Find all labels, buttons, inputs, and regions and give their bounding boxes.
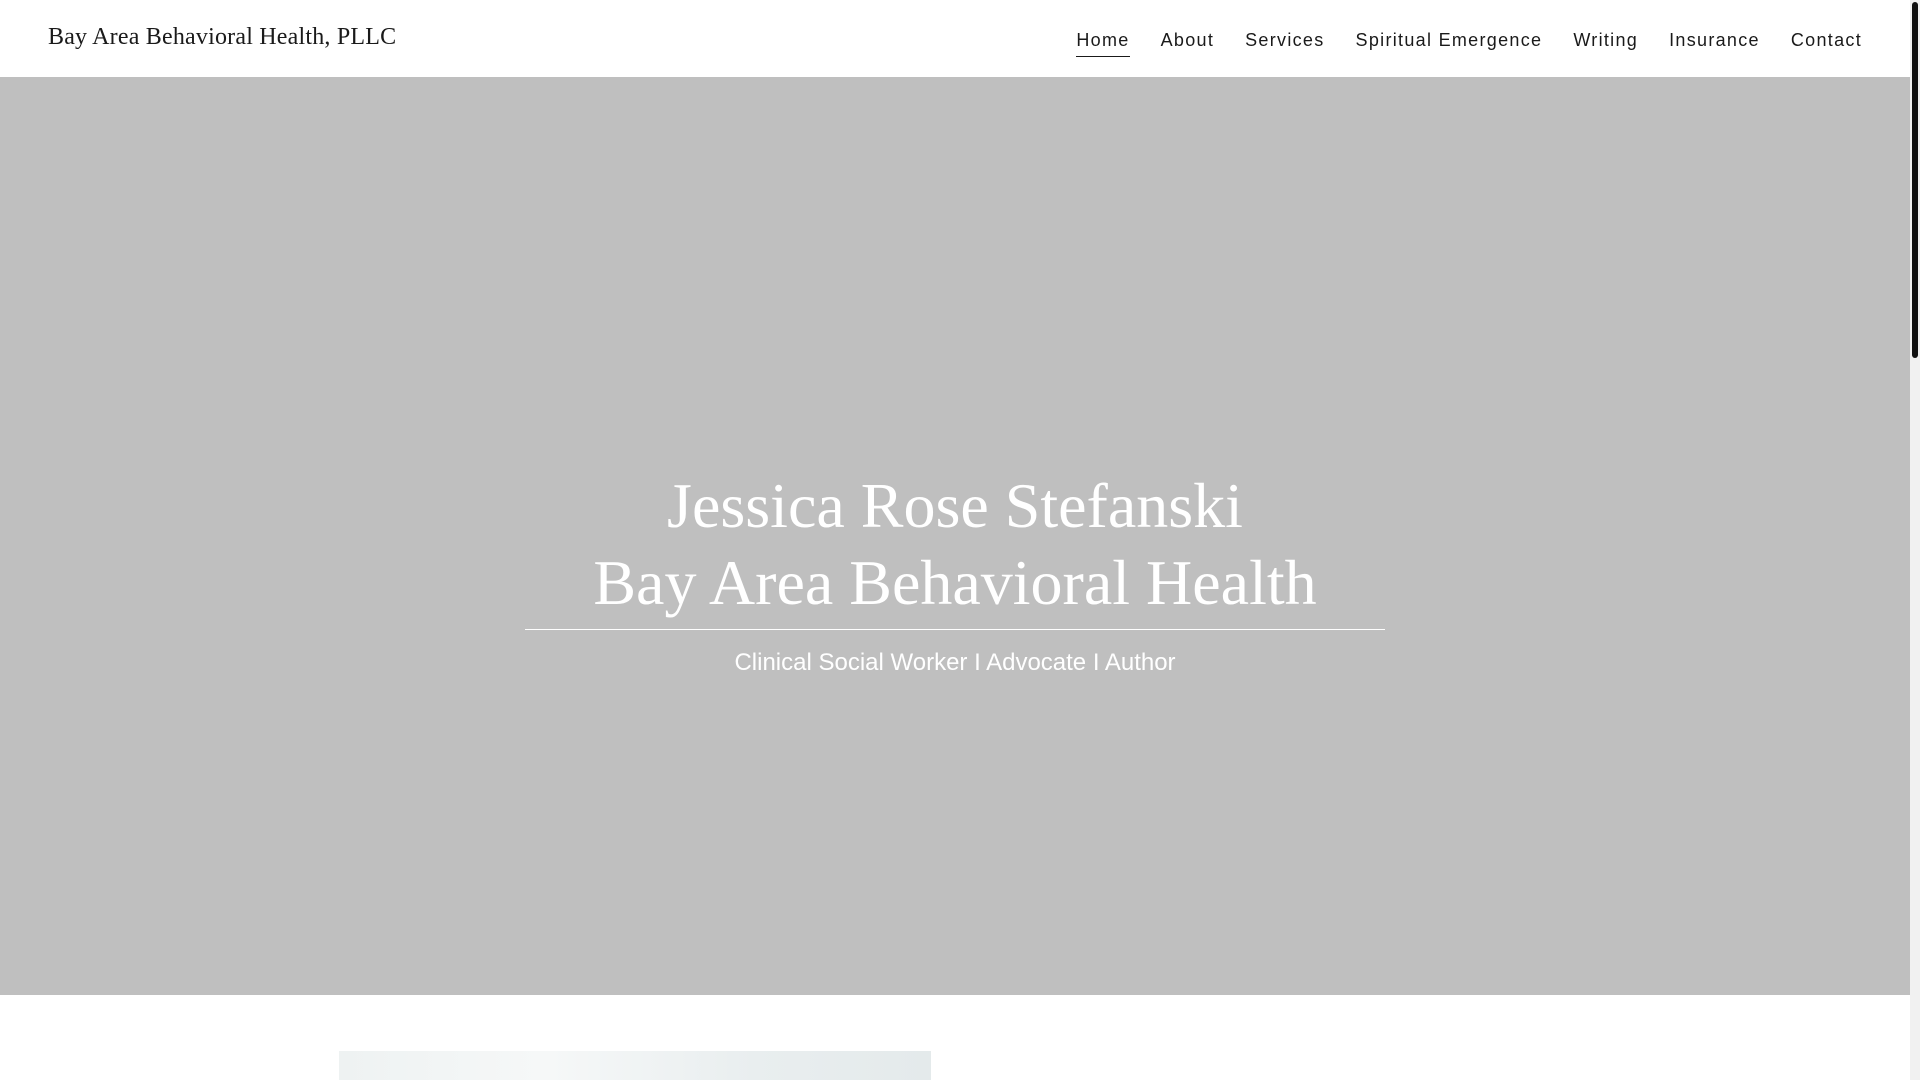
hero-title-practice: Bay Area Behavioral Health xyxy=(593,547,1317,618)
nav-item-spiritual-emergence[interactable]: Spiritual Emergence xyxy=(1356,30,1543,57)
nav-item-about[interactable]: About xyxy=(1161,30,1215,57)
hero-divider xyxy=(525,629,1385,630)
site-header: Bay Area Behavioral Health, PLLC Home Ab… xyxy=(0,0,1910,77)
main-nav: Home About Services Spiritual Emergence … xyxy=(1045,30,1862,57)
nav-item-services[interactable]: Services xyxy=(1245,30,1324,57)
scrollbar-thumb[interactable] xyxy=(1912,2,1918,358)
page-scrollbar[interactable] xyxy=(1910,0,1920,1080)
hero-subtitle: Clinical Social Worker I Advocate I Auth… xyxy=(734,649,1176,676)
site-brand-link[interactable]: Bay Area Behavioral Health, PLLC xyxy=(48,24,396,51)
profile-photo xyxy=(339,1051,931,1080)
nav-item-home[interactable]: Home xyxy=(1076,30,1130,57)
hero-title-name: Jessica Rose Stefanski xyxy=(667,470,1243,541)
hero-title: Jessica Rose Stefanski Bay Area Behavior… xyxy=(0,467,1910,621)
hero-banner: Jessica Rose Stefanski Bay Area Behavior… xyxy=(0,77,1910,995)
nav-item-contact[interactable]: Contact xyxy=(1791,30,1862,57)
nav-item-insurance[interactable]: Insurance xyxy=(1669,30,1760,57)
page: Bay Area Behavioral Health, PLLC Home Ab… xyxy=(0,0,1910,1080)
nav-item-writing[interactable]: Writing xyxy=(1573,30,1638,57)
